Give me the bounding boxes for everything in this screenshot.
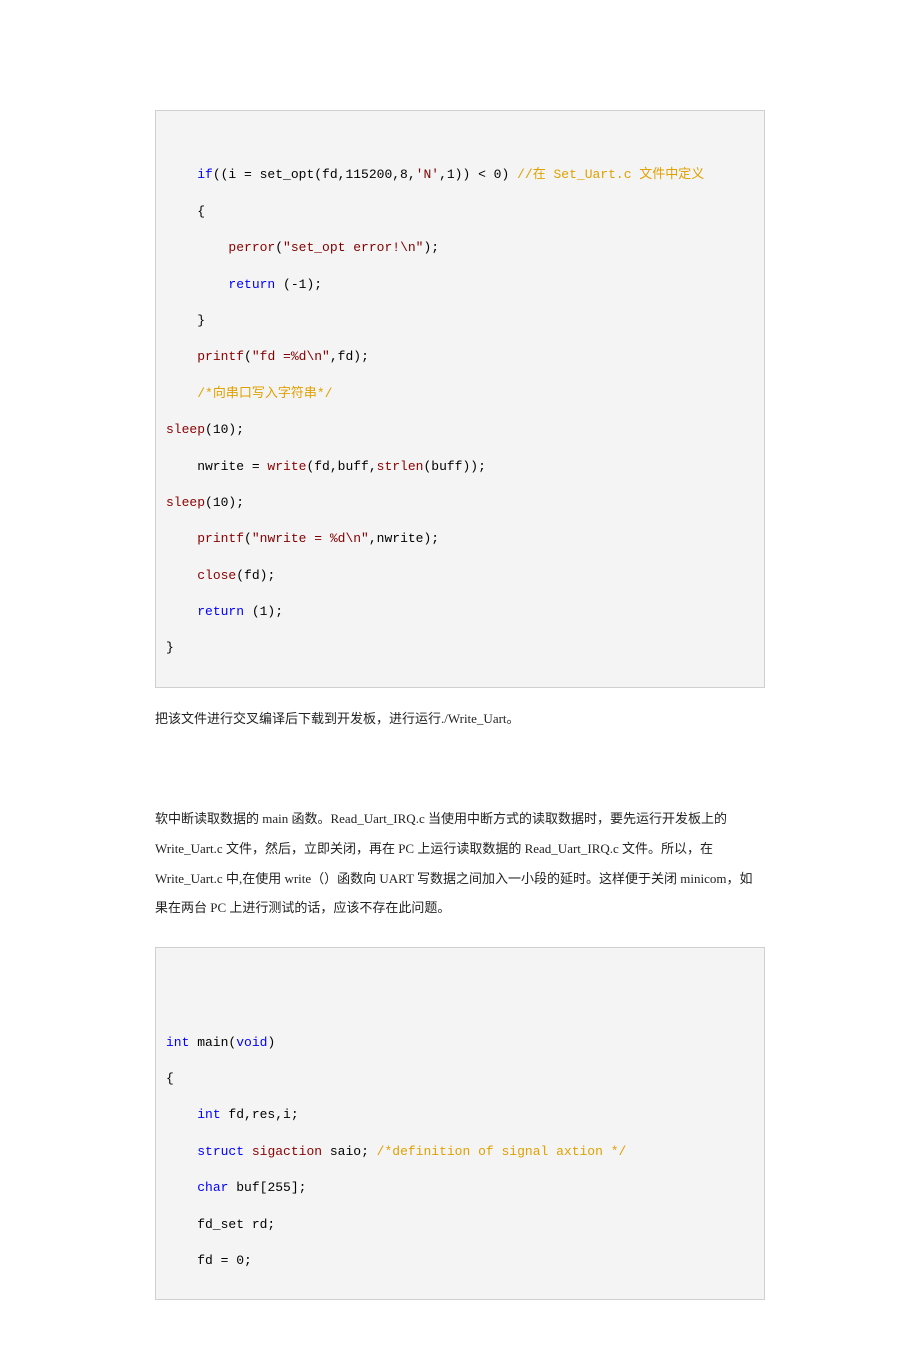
code-line: nwrite = write(fd,buff,strlen(buff)); bbox=[166, 459, 486, 474]
code-line: printf("fd =%d\n",fd); bbox=[166, 349, 369, 364]
code-line: char buf[255]; bbox=[166, 1180, 306, 1195]
code-block-1: if((i = set_opt(fd,115200,8,'N',1)) < 0)… bbox=[155, 110, 765, 688]
paragraph: 把该文件进行交叉编译后下载到开发板，进行运行./Write_Uart。 bbox=[155, 704, 765, 734]
code-line: struct sigaction saio; /*definition of s… bbox=[166, 1144, 626, 1159]
code-line: } bbox=[166, 640, 174, 655]
page: if((i = set_opt(fd,115200,8,'N',1)) < 0)… bbox=[0, 0, 920, 1350]
code-line: sleep(10); bbox=[166, 495, 244, 510]
code-line: fd = 0; bbox=[166, 1253, 252, 1268]
code-block-2: int main(void) { int fd,res,i; struct si… bbox=[155, 947, 765, 1300]
code-line: if((i = set_opt(fd,115200,8,'N',1)) < 0)… bbox=[166, 167, 704, 182]
code-line: return (1); bbox=[166, 604, 283, 619]
code-line: } bbox=[166, 313, 205, 328]
code-line: { bbox=[166, 1071, 174, 1086]
code-line: int fd,res,i; bbox=[166, 1107, 299, 1122]
code-line: printf("nwrite = %d\n",nwrite); bbox=[166, 531, 439, 546]
content-area: if((i = set_opt(fd,115200,8,'N',1)) < 0)… bbox=[0, 0, 920, 1350]
code-line: return (-1); bbox=[166, 277, 322, 292]
code-line: int main(void) bbox=[166, 1035, 275, 1050]
code-line: perror("set_opt error!\n"); bbox=[166, 240, 439, 255]
code-line: fd_set rd; bbox=[166, 1217, 275, 1232]
code-line: close(fd); bbox=[166, 568, 275, 583]
code-line: { bbox=[166, 204, 205, 219]
paragraph: 软中断读取数据的 main 函数。Read_Uart_IRQ.c 当使用中断方式… bbox=[155, 804, 765, 924]
code-line: /*向串口写入字符串*/ bbox=[166, 386, 332, 401]
code-line: sleep(10); bbox=[166, 422, 244, 437]
